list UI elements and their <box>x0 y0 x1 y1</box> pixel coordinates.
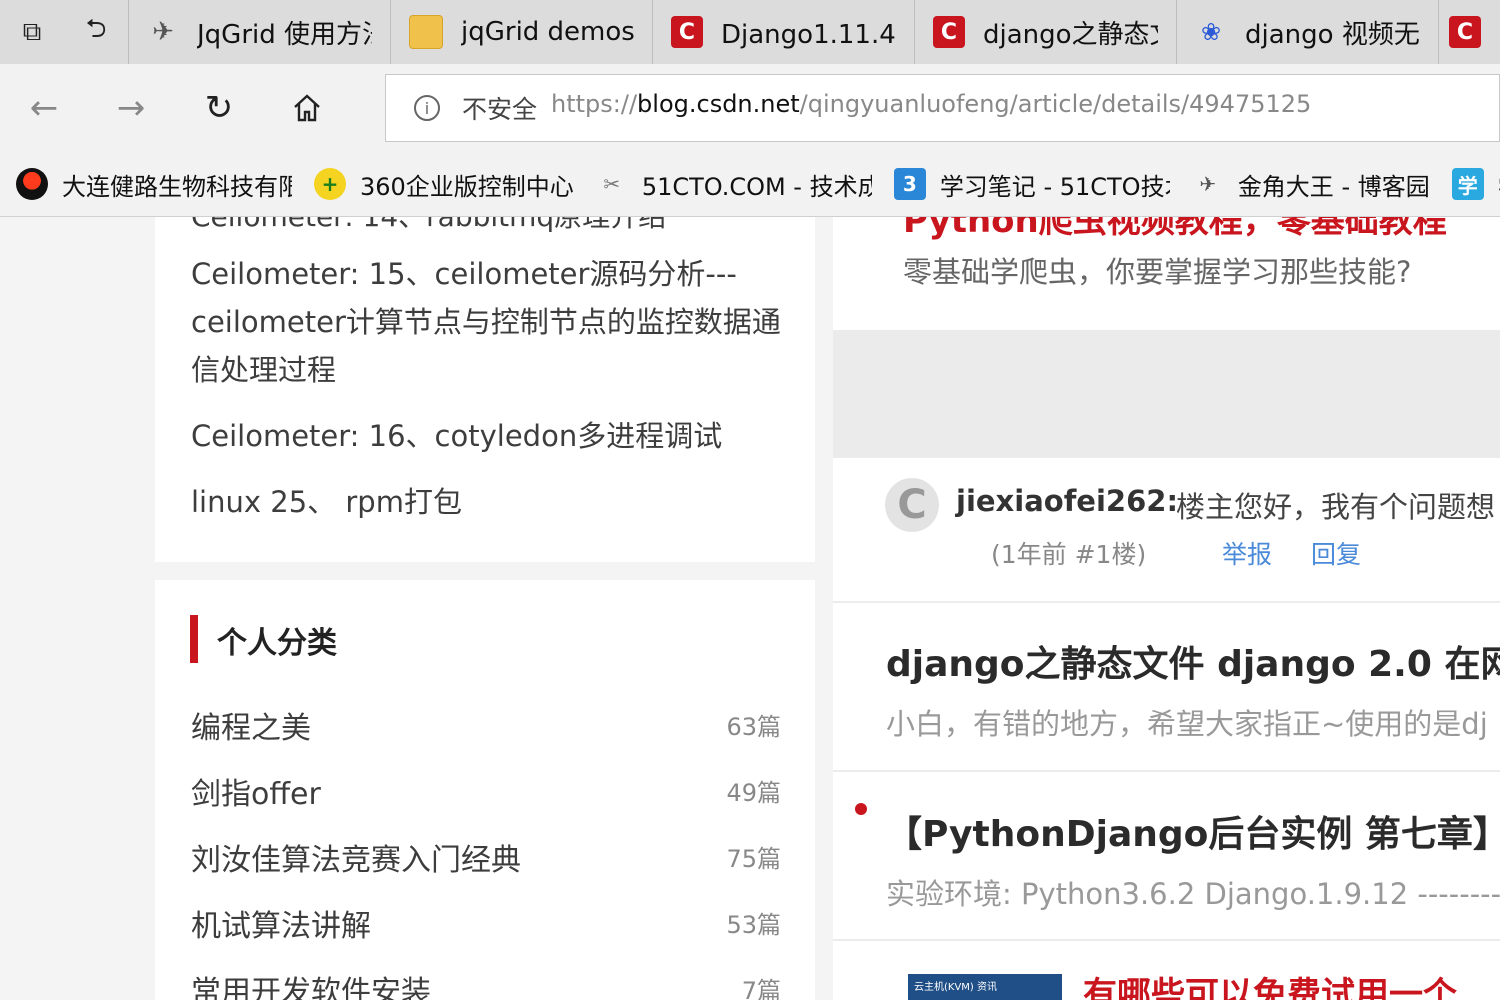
category-name: 机试算法讲解 <box>191 909 371 944</box>
ad-placeholder <box>833 330 1500 458</box>
address-bar[interactable]: i 不安全 https://blog.csdn.net/qingyuanluof… <box>385 74 1500 142</box>
favorite-51cto[interactable]: ✂ 51CTO.COM - 技术成 <box>596 167 872 202</box>
favorite-dalian[interactable]: 大连健路生物科技有限 <box>16 167 292 202</box>
dalian-icon <box>16 168 48 200</box>
tab-jqgrid-usage[interactable]: ✈ JqGrid 使用方法 <box>129 0 391 64</box>
comment-username[interactable]: jiexiaofei262: <box>956 484 1178 518</box>
new-indicator-dot <box>855 803 867 815</box>
home-icon[interactable] <box>281 82 333 134</box>
tab-django-video[interactable]: ❀ django 视频无法 <box>1177 0 1439 64</box>
avatar[interactable]: C <box>885 478 939 532</box>
tab-django-1-11[interactable]: C Django1.11.4 在 <box>653 0 915 64</box>
baidu-icon: ❀ <box>1200 18 1222 46</box>
tab-title: JqGrid 使用方法 <box>197 19 372 50</box>
category-count: 63篇 <box>726 713 781 741</box>
related-article-title[interactable]: django之静态文件 django 2.0 在网 <box>886 635 1500 687</box>
tab-title: django之静态文 <box>983 19 1158 50</box>
category-count: 75篇 <box>726 845 781 873</box>
csdn-icon: C <box>671 16 703 48</box>
back-arrow-icon[interactable]: ← <box>18 82 70 134</box>
favorite-label: 金角大王 - 博客园 <box>1237 172 1430 201</box>
category-name: 刘汝佳算法竞赛入门经典 <box>191 843 521 878</box>
main-column: Python爬虫视频教程，零基础教程 零基础学爬虫，你要掌握学习那些技能? C … <box>833 217 1500 1000</box>
csdn-icon: C <box>933 16 965 48</box>
category-count: 7篇 <box>741 977 781 1000</box>
refresh-icon[interactable]: ↻ <box>193 82 245 134</box>
51cto-blog-icon: 3 <box>893 168 926 200</box>
category-item[interactable]: 编程之美 63篇 <box>191 703 781 746</box>
recommended-article-desc: 零基础学爬虫，你要掌握学习那些技能? <box>903 255 1412 289</box>
favorite-51cto-blog[interactable]: 3 学习笔记 - 51CTO技术 <box>893 167 1170 202</box>
recent-article-link[interactable]: Ceilometer: 15、ceilometer源码分析---ceilomet… <box>191 250 791 394</box>
categories-card: 个人分类 编程之美 63篇 剑指offer 49篇 刘汝佳算法竞赛入门经典 75… <box>155 580 815 1000</box>
url-host: blog.csdn.net <box>637 90 800 118</box>
favorite-label: 360企业版控制中心 <box>360 172 574 201</box>
recommended-article-title[interactable]: Python爬虫视频教程，零基础教程 <box>903 217 1447 242</box>
tab-django-static[interactable]: C django之静态文 <box>915 0 1177 64</box>
category-item[interactable]: 机试算法讲解 53篇 <box>191 901 781 944</box>
jqgrid-icon: ✈ <box>152 17 174 47</box>
tab-jqgrid-demos[interactable]: jqGrid demos-jq <box>391 0 653 64</box>
category-name: 常用开发软件安装 <box>191 975 431 1000</box>
tab-title: Django1.11.4 在 <box>721 19 896 50</box>
url-text[interactable]: https://blog.csdn.net/qingyuanluofeng/ar… <box>551 90 1311 118</box>
recent-article-link[interactable]: Ceilometer: 16、cotyledon多进程调试 <box>191 412 791 460</box>
category-item[interactable]: 常用开发软件安装 7篇 <box>191 967 781 1000</box>
tab-csdn-partial[interactable]: C <box>1439 0 1493 64</box>
comment-text: 楼主您好，我有个问题想 <box>1176 490 1496 524</box>
reply-link[interactable]: 回复 <box>1311 535 1361 571</box>
article-thumbnail[interactable]: 云主机(KVM) 资讯 <box>908 974 1062 1000</box>
cnblogs-icon: ✈ <box>1199 172 1217 196</box>
navigation-bar: ← → ↻ i 不安全 https://blog.csdn.net/qingyu… <box>0 64 1500 152</box>
forward-arrow-icon[interactable]: → <box>105 82 157 134</box>
page-content: Ceilometer: 14、rabbitmq原理介绍 Ceilometer: … <box>0 217 1500 1000</box>
tab-list-icon[interactable]: ⧉ <box>0 0 64 64</box>
category-count: 53篇 <box>726 911 781 939</box>
favorite-label: 学习笔记 - 51CTO技术 <box>939 172 1170 201</box>
favorite-learn[interactable]: 学 学 <box>1451 167 1500 202</box>
favorite-cnblogs[interactable]: ✈ 金角大王 - 博客园 <box>1192 167 1430 202</box>
related-article-title[interactable]: 有哪些可以免费试用一个 <box>1083 967 1457 1000</box>
section-accent-bar <box>190 615 198 663</box>
set-aside-tabs-icon[interactable]: ⮌ <box>64 0 128 64</box>
recent-article-link[interactable]: linux 25、 rpm打包 <box>191 478 791 526</box>
favorite-360[interactable]: + 360企业版控制中心 <box>314 167 574 202</box>
security-label[interactable]: 不安全 <box>462 90 537 126</box>
favorite-label: 大连健路生物科技有限 <box>62 172 292 201</box>
category-name: 剑指offer <box>191 777 321 812</box>
csdn-icon: C <box>1449 16 1481 48</box>
info-icon[interactable]: i <box>414 95 440 121</box>
tab-title: jqGrid demos-jq <box>461 17 634 47</box>
favorites-bar: 大连健路生物科技有限 + 360企业版控制中心 ✂ 51CTO.COM - 技术… <box>0 152 1500 217</box>
folder-icon <box>409 15 443 49</box>
tab-title: django 视频无法 <box>1245 19 1420 50</box>
related-article-desc: 实验环境: Python3.6.2 Django.1.9.12 --------… <box>886 877 1500 911</box>
url-path: /qingyuanluofeng/article/details/4947512… <box>799 90 1312 118</box>
category-item[interactable]: 刘汝佳算法竞赛入门经典 75篇 <box>191 835 781 878</box>
divider <box>833 939 1500 941</box>
recent-articles-card: Ceilometer: 14、rabbitmq原理介绍 Ceilometer: … <box>155 217 815 562</box>
recent-article-link[interactable]: Ceilometer: 14、rabbitmq原理介绍 <box>191 217 666 235</box>
category-name: 编程之美 <box>191 711 311 746</box>
category-count: 49篇 <box>726 779 781 807</box>
divider <box>833 770 1500 772</box>
category-item[interactable]: 剑指offer 49篇 <box>191 769 781 812</box>
report-link[interactable]: 举报 <box>1222 535 1272 571</box>
favorite-label: 51CTO.COM - 技术成 <box>641 172 872 201</box>
learn-icon: 学 <box>1451 168 1484 200</box>
comment-meta: (1年前 #1楼) <box>991 540 1147 569</box>
related-article-title[interactable]: 【PythonDjango后台实例 第七章】 <box>886 805 1500 857</box>
section-title: 个人分类 <box>217 626 337 661</box>
divider <box>833 601 1500 603</box>
tab-strip: ⧉ ⮌ ✈ JqGrid 使用方法 jqGrid demos-jq C Djan… <box>0 0 1500 64</box>
51cto-icon: ✂ <box>603 172 621 196</box>
home-glyph <box>294 94 320 122</box>
url-prefix: https:// <box>551 90 638 118</box>
360-icon: + <box>314 168 346 200</box>
related-article-desc: 小白，有错的地方，希望大家指正~使用的是dj <box>886 707 1488 741</box>
